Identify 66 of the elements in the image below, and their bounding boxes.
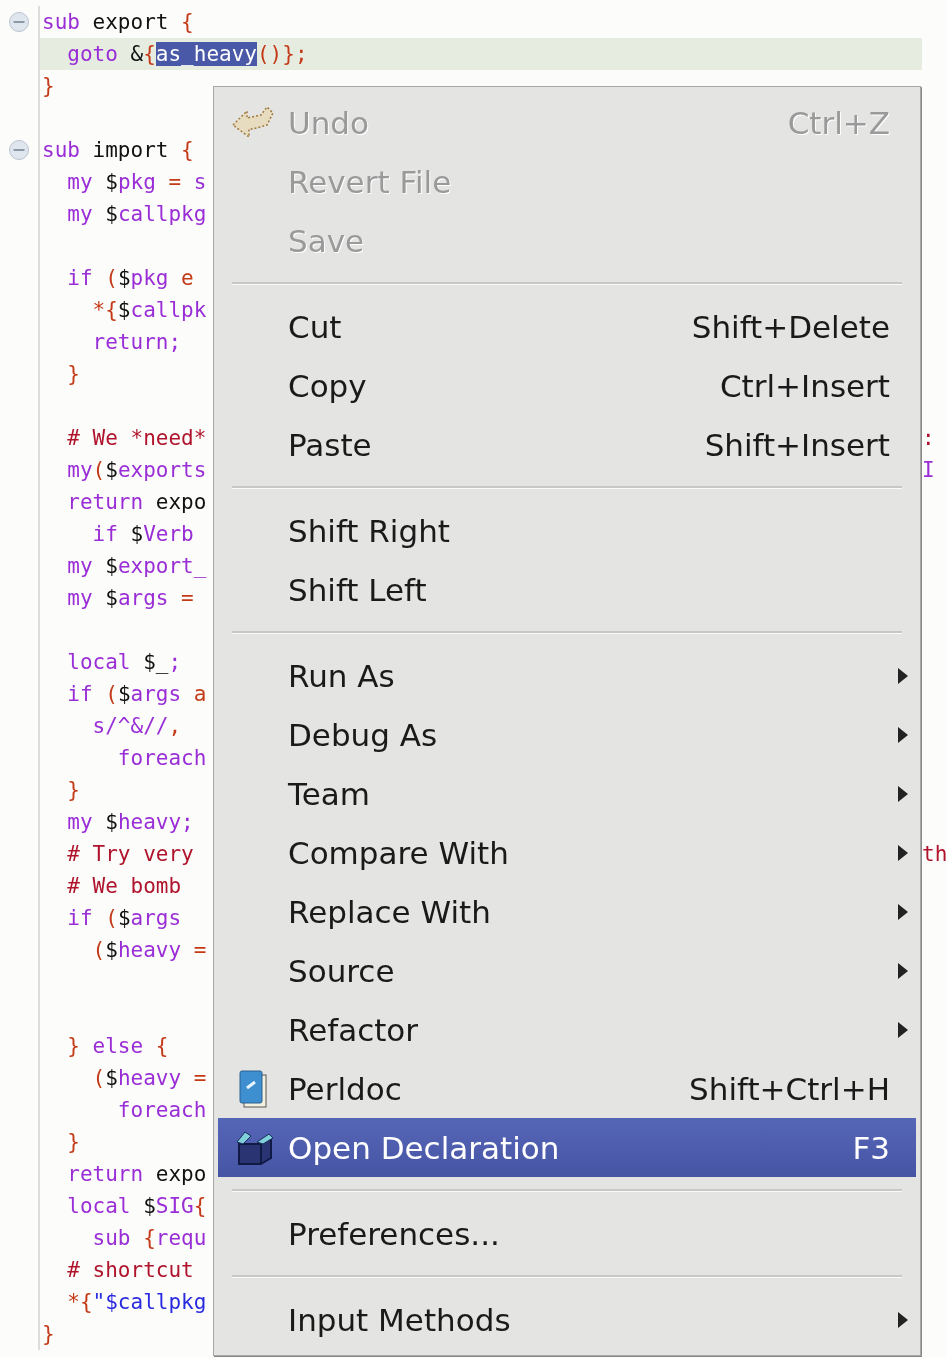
submenu-arrow-icon xyxy=(898,726,908,743)
code-line: # shortcut xyxy=(66,1258,194,1282)
code-line: ($heavy = xyxy=(91,1066,207,1090)
code-line: goto &{as_heavy()}; xyxy=(66,42,308,66)
code-line: foreach xyxy=(116,746,207,770)
submenu-arrow-icon xyxy=(898,903,908,920)
code-line: if ($args xyxy=(66,906,182,930)
code-line: } xyxy=(66,778,80,802)
code-line: } xyxy=(42,1322,55,1346)
menu-item[interactable]: Open Declaration F3 xyxy=(218,1118,916,1177)
code-line: my $export_ xyxy=(66,554,207,578)
submenu-arrow-icon xyxy=(898,844,908,861)
code-line: *{$callpk xyxy=(91,298,207,322)
submenu-arrow-icon xyxy=(898,1021,908,1038)
code-line: # We *need* xyxy=(66,426,207,450)
code-line: if ($args a xyxy=(66,682,207,706)
menu-item[interactable]: Shift Right xyxy=(218,501,916,560)
code-line: } xyxy=(42,74,55,98)
submenu-arrow-icon xyxy=(898,667,908,684)
code-line: my($exports xyxy=(66,458,207,482)
code-line: my $heavy; xyxy=(66,810,194,834)
collapse-icon[interactable] xyxy=(8,139,30,161)
code-line: } xyxy=(66,1130,80,1154)
code-line: my $pkg = s xyxy=(66,170,207,194)
menu-item[interactable]: Compare With xyxy=(218,823,916,882)
submenu-arrow-icon xyxy=(898,1311,908,1328)
code-line: # We bomb xyxy=(66,874,182,898)
book-icon xyxy=(236,1068,270,1109)
menu-item[interactable]: Source xyxy=(218,941,916,1000)
code-fragment: I xyxy=(922,458,935,482)
menu-item[interactable]: Preferences... xyxy=(218,1204,916,1263)
code-line: return expo xyxy=(66,1162,207,1186)
code-line: my $args = xyxy=(66,586,194,610)
menu-item[interactable]: Input Methods xyxy=(218,1290,916,1349)
code-line: if $Verb xyxy=(91,522,194,546)
menu-item[interactable]: Debug As xyxy=(218,705,916,764)
code-line: sub export { xyxy=(42,10,194,34)
code-line: ($heavy = xyxy=(91,938,207,962)
code-line: } xyxy=(66,362,80,386)
menu-item[interactable]: Perldoc Shift+Ctrl+H xyxy=(218,1059,916,1118)
code-line: return; xyxy=(91,330,182,354)
code-line: return expo xyxy=(66,490,207,514)
code-line: my $callpkg xyxy=(66,202,207,226)
menu-item[interactable]: Shift Left xyxy=(218,560,916,619)
collapse-icon[interactable] xyxy=(8,11,30,33)
menu-item[interactable]: Paste Shift+Insert xyxy=(218,415,916,474)
code-line: local $_; xyxy=(66,650,182,674)
submenu-arrow-icon xyxy=(898,785,908,802)
code-line: local $SIG{ xyxy=(66,1194,207,1218)
menu-item[interactable]: Copy Ctrl+Insert xyxy=(218,356,916,415)
code-fragment: : xyxy=(922,426,935,450)
menu-item[interactable]: Replace With xyxy=(218,882,916,941)
submenu-arrow-icon xyxy=(898,962,908,979)
code-line: } else { xyxy=(66,1034,169,1058)
code-line: # Try very xyxy=(66,842,194,866)
code-line: foreach xyxy=(116,1098,207,1122)
code-line: *{"$callpkg xyxy=(66,1290,207,1314)
menu-item[interactable]: Cut Shift+Delete xyxy=(218,297,916,356)
code-line: if ($pkg e xyxy=(66,266,194,290)
code-line: sub {requ xyxy=(91,1226,207,1250)
menu-item[interactable]: Team xyxy=(218,764,916,823)
code-line: s/^&//, xyxy=(91,714,182,738)
menu-item[interactable]: Run As xyxy=(218,646,916,705)
code-fragment: th xyxy=(922,842,946,866)
menu-item[interactable]: Refactor xyxy=(218,1000,916,1059)
code-line: sub import { xyxy=(42,138,194,162)
